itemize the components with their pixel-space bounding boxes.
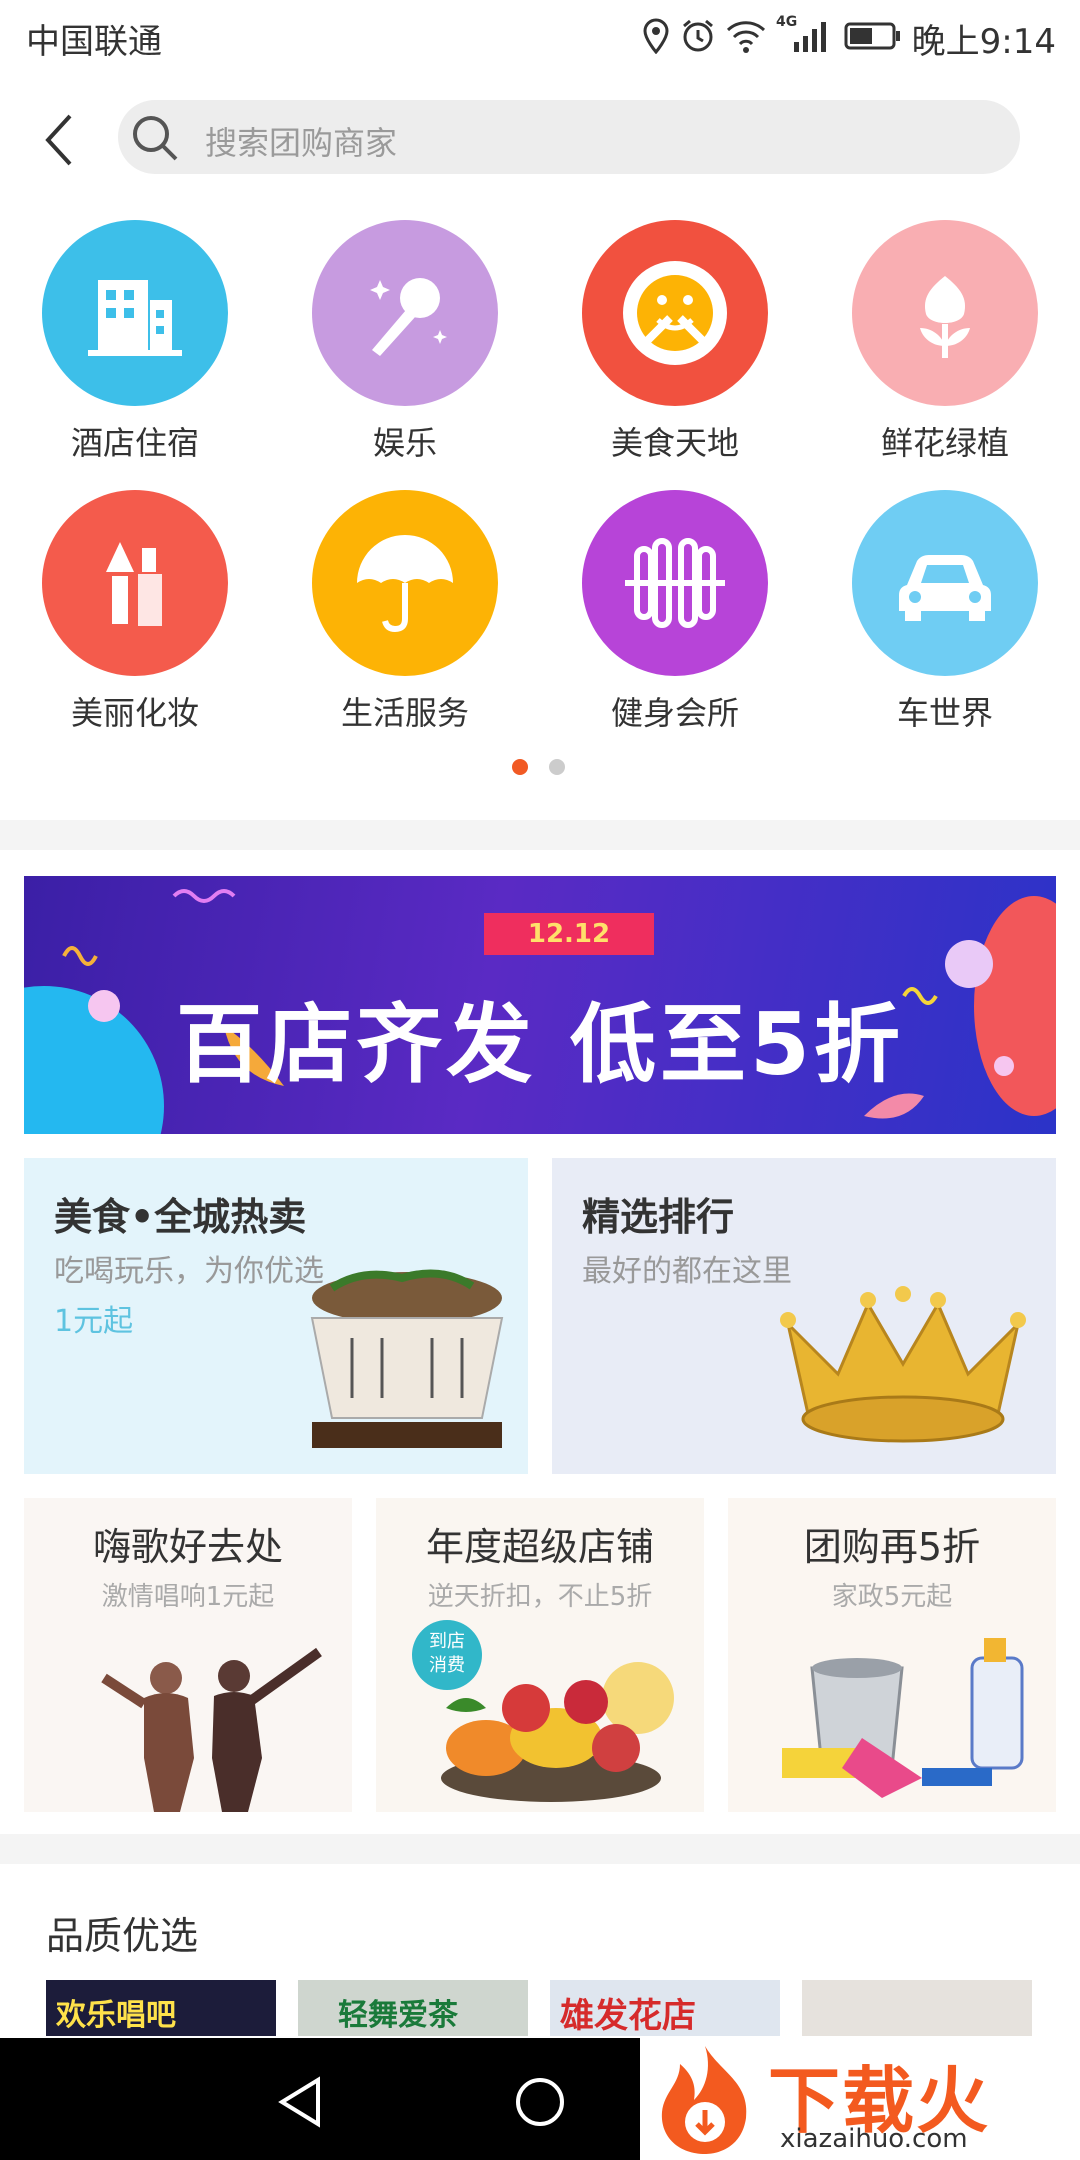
promo-subtitle: 逆天折扣，不止5折 xyxy=(427,1582,653,1612)
alarm-icon xyxy=(683,19,713,52)
category-label: 美食天地 xyxy=(610,424,739,462)
back-arrow-icon[interactable] xyxy=(40,110,80,170)
search-icon[interactable] xyxy=(130,113,180,163)
quality-item-thumb[interactable] xyxy=(802,1980,1032,2036)
fitness-icon xyxy=(582,490,768,676)
cleaning-supplies-image xyxy=(782,1638,1024,1798)
banner-title: 百店齐发 低至5折 xyxy=(176,995,904,1095)
thumb-caption: 欢乐唱吧 xyxy=(56,1998,176,2033)
pager-dot[interactable] xyxy=(549,759,565,775)
promo-card-ranking[interactable]: 精选排行 最好的都在这里 xyxy=(552,1158,1056,1474)
crown-image xyxy=(780,1286,1026,1443)
promo-price: 1元起 xyxy=(54,1304,134,1339)
location-icon xyxy=(643,18,669,54)
category-entertainment[interactable]: 娱乐 xyxy=(270,220,540,480)
section-divider xyxy=(0,1834,1080,1864)
promo-title: 年度超级店铺 xyxy=(425,1525,654,1569)
category-label: 娱乐 xyxy=(372,424,437,462)
umbrella-icon xyxy=(312,490,498,676)
thumb-caption: 雄发花店 xyxy=(560,1996,696,2036)
fruit-image xyxy=(441,1662,674,1802)
quality-item-thumb[interactable]: 雄发花店 xyxy=(550,1980,780,2036)
category-label: 美丽化妆 xyxy=(70,694,199,732)
category-fitness[interactable]: 健身会所 xyxy=(540,490,810,750)
hotel-building-icon xyxy=(42,220,228,406)
category-label: 酒店住宿 xyxy=(70,424,199,462)
quality-item-thumb[interactable]: 轻舞爱茶 xyxy=(298,1980,528,2036)
banner-date-ribbon: 12.12 xyxy=(484,913,654,955)
promo-subtitle: 家政5元起 xyxy=(831,1582,953,1612)
microphone-icon xyxy=(312,220,498,406)
food-plate-icon xyxy=(582,220,768,406)
promo-card-super-store[interactable]: 年度超级店铺 逆天折扣，不止5折 到店 消费 xyxy=(376,1498,704,1812)
category-life-services[interactable]: 生活服务 xyxy=(270,490,540,750)
battery-icon xyxy=(844,22,900,50)
wifi-icon xyxy=(726,21,766,53)
category-flowers[interactable]: 鲜花绿植 xyxy=(810,220,1080,480)
promo-card-group-buy[interactable]: 团购再5折 家政5元起 xyxy=(728,1498,1056,1812)
nav-back-icon[interactable] xyxy=(272,2074,328,2130)
nav-home-icon[interactable] xyxy=(512,2074,568,2130)
carrier-name: 中国联通 xyxy=(26,22,162,62)
singers-image xyxy=(101,1647,322,1812)
pager-dot-active[interactable] xyxy=(512,759,528,775)
quality-item-thumb[interactable]: 欢乐唱吧 xyxy=(46,1980,276,2036)
signal-icon xyxy=(794,22,826,52)
watermark: 下载火 xiazaihuo.com xyxy=(640,2038,1080,2160)
promo-title: 美食•全城热卖 xyxy=(54,1195,307,1239)
flame-logo-icon xyxy=(661,2046,747,2154)
promo-card-ktv[interactable]: 嗨歌好去处 激情唱响1元起 xyxy=(24,1498,352,1812)
status-bar: 中国联通 4G 晚上9:14 xyxy=(0,0,1080,72)
promo-subtitle: 最好的都在这里 xyxy=(582,1254,792,1289)
section-divider xyxy=(0,820,1080,850)
category-food[interactable]: 美食天地 xyxy=(540,220,810,480)
promo-subtitle: 激情唱响1元起 xyxy=(101,1582,275,1612)
promo-title: 精选排行 xyxy=(582,1195,735,1239)
category-label: 生活服务 xyxy=(340,694,469,732)
section-title-quality: 品质优选 xyxy=(46,1914,199,1958)
grilled-food-image xyxy=(310,1269,504,1448)
promo-card-food[interactable]: 美食•全城热卖 吃喝玩乐，为你优选 1元起 xyxy=(24,1158,528,1474)
category-label: 车世界 xyxy=(896,694,993,732)
category-label: 健身会所 xyxy=(610,694,739,732)
flower-icon xyxy=(852,220,1038,406)
category-hotel[interactable]: 酒店住宿 xyxy=(0,220,270,480)
category-label: 鲜花绿植 xyxy=(880,424,1009,462)
makeup-icon xyxy=(42,490,228,676)
car-icon xyxy=(852,490,1038,676)
promo-title: 团购再5折 xyxy=(803,1525,981,1569)
promo-banner[interactable]: 12.12 百店齐发 低至5折 xyxy=(24,876,1056,1134)
category-beauty[interactable]: 美丽化妆 xyxy=(0,490,270,750)
thumb-caption: 轻舞爱茶 xyxy=(338,1998,458,2033)
watermark-url: xiazaihuo.com xyxy=(780,2124,968,2154)
search-input[interactable]: 搜索团购商家 xyxy=(205,118,397,164)
promo-subtitle: 吃喝玩乐，为你优选 xyxy=(54,1254,324,1289)
promo-title: 嗨歌好去处 xyxy=(92,1525,283,1569)
status-time: 晚上9:14 xyxy=(911,22,1056,62)
category-car[interactable]: 车世界 xyxy=(810,490,1080,750)
